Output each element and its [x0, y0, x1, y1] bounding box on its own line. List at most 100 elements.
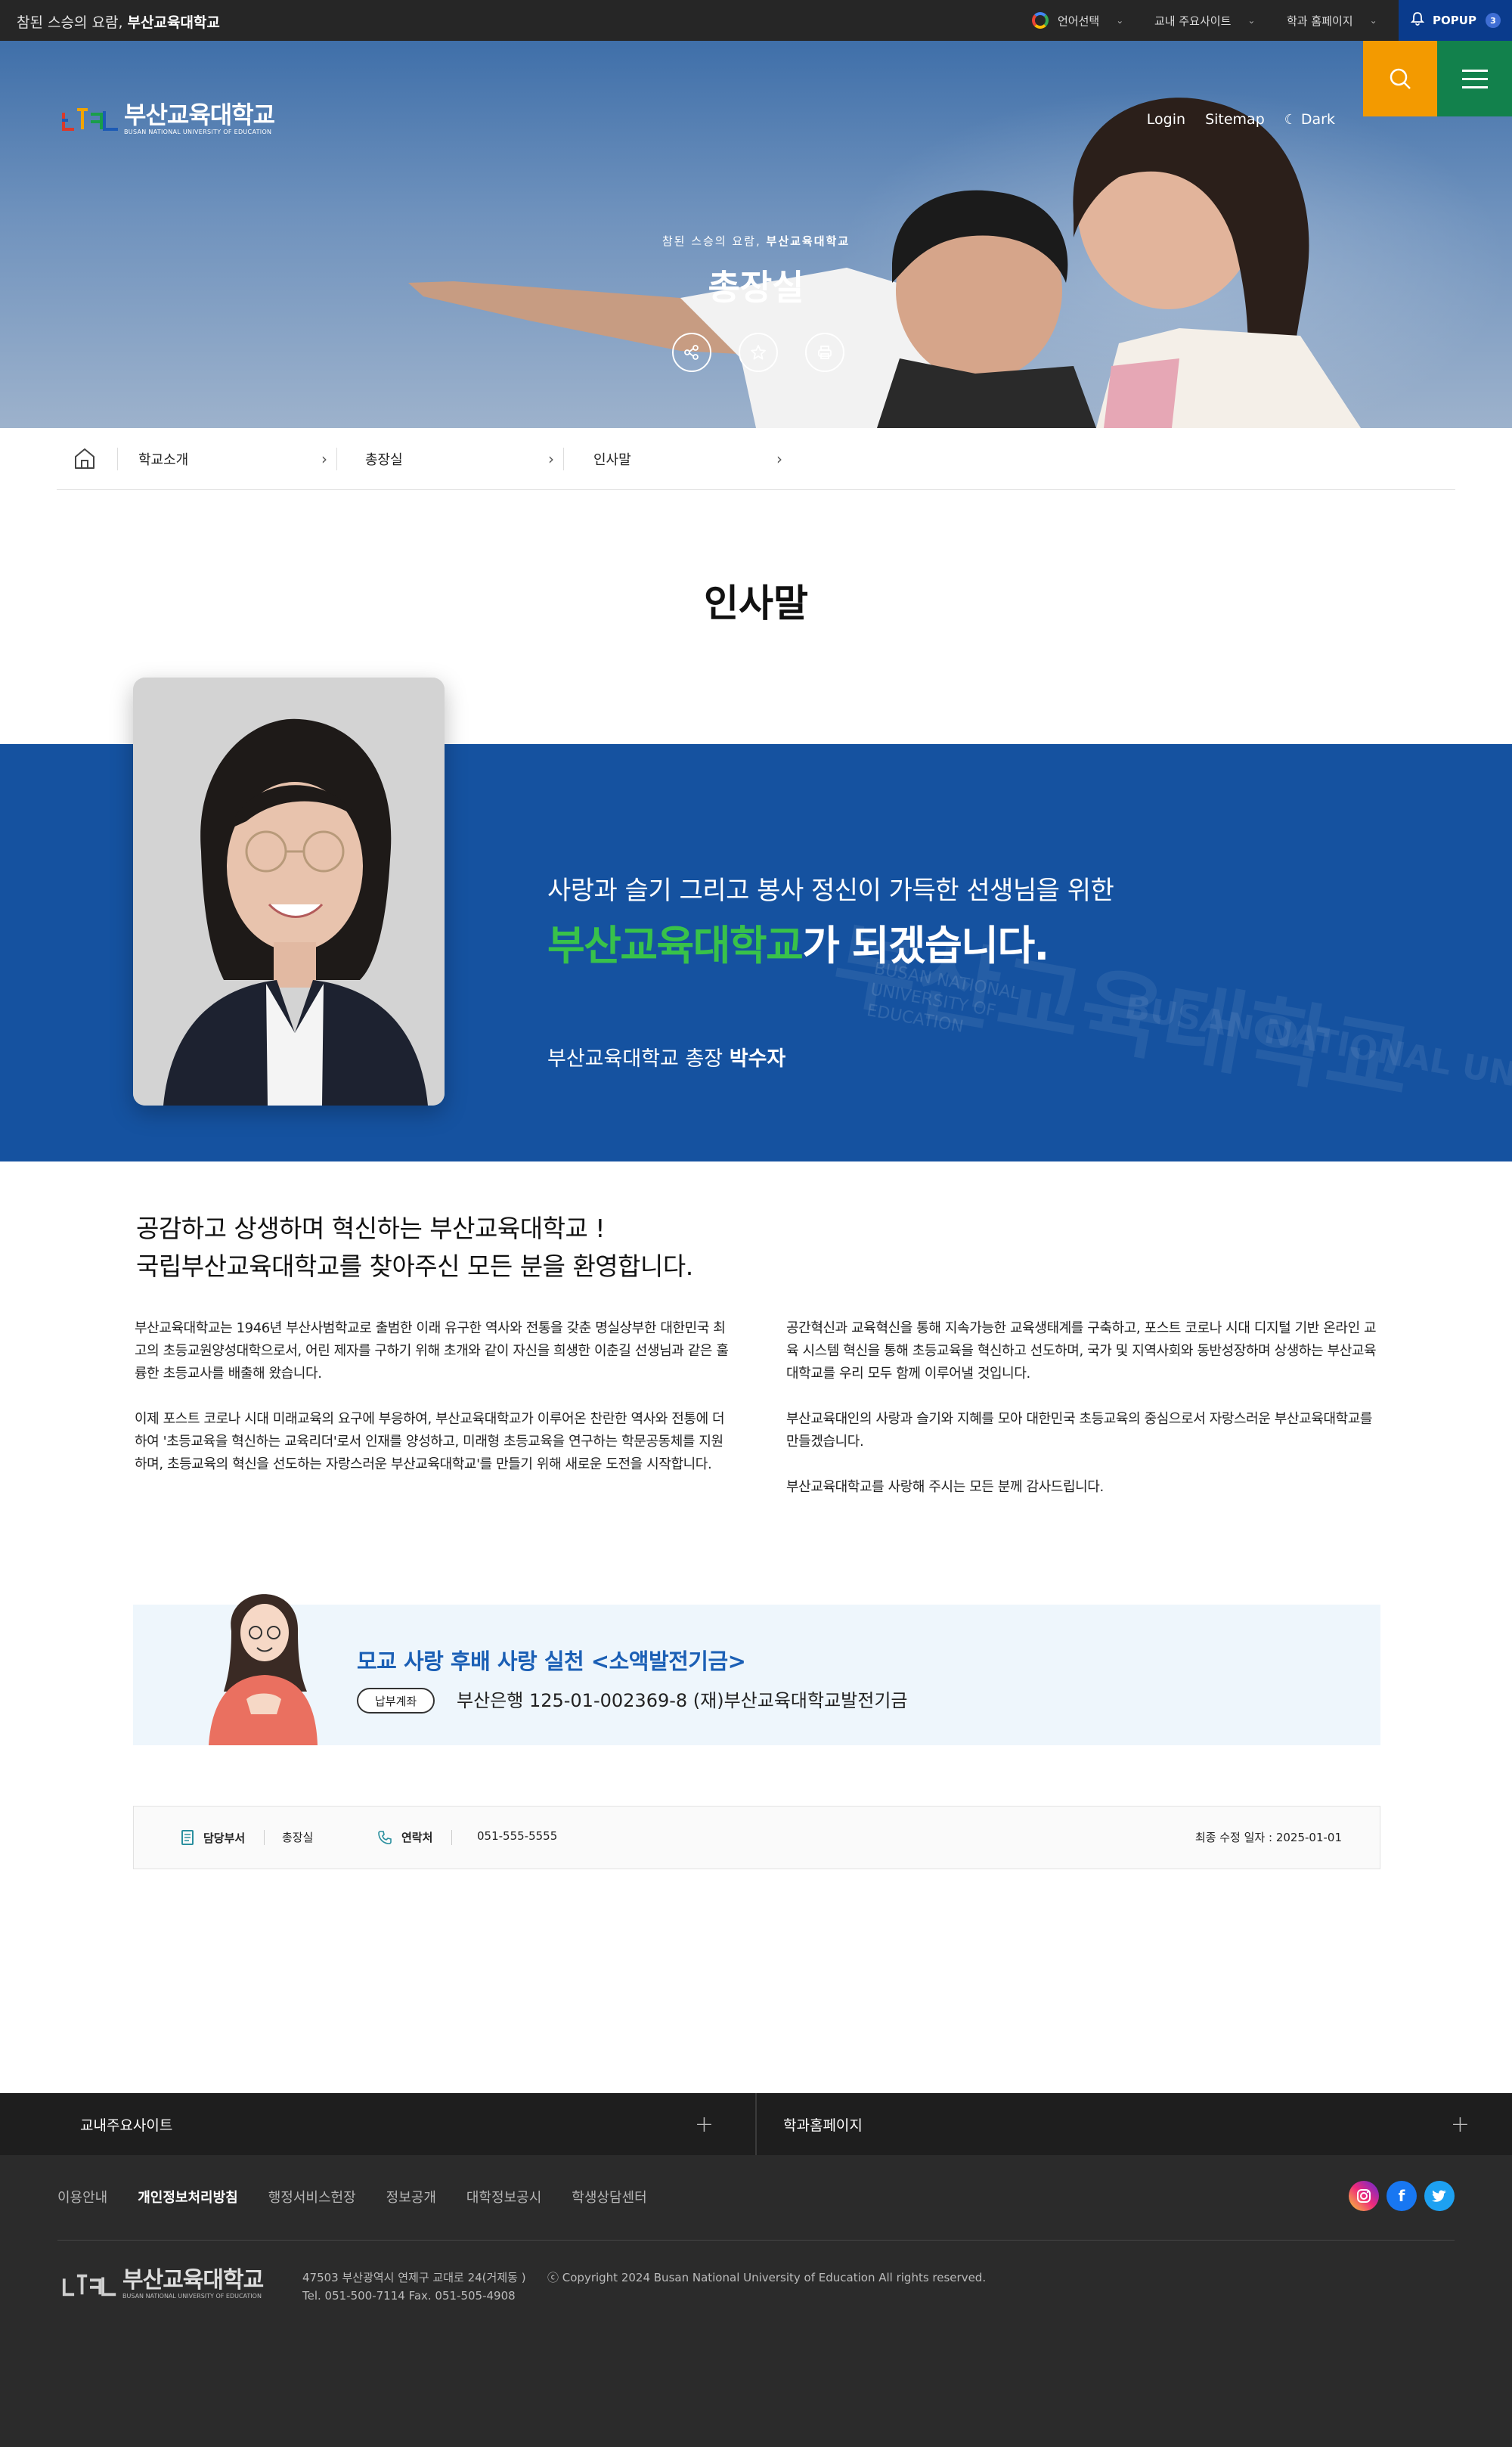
search-icon: [1390, 68, 1411, 89]
footer-link-guide[interactable]: 이용안내: [57, 2187, 107, 2207]
footer-logo-ko: 부산교육대학교: [122, 2267, 264, 2293]
breadcrumb-divider: [117, 448, 118, 470]
document-icon: [181, 1830, 194, 1845]
dark-mode-toggle[interactable]: ☾ Dark: [1284, 111, 1335, 128]
president-name: 박수자: [729, 1047, 786, 1071]
breadcrumb-divider: [563, 448, 564, 470]
department-label: 담당부서: [203, 1831, 246, 1845]
breadcrumb-label: 총장실: [365, 452, 403, 468]
chevron-down-icon: ⌄: [1247, 15, 1256, 26]
greeting-column-left: 부산교육대학교는 1946년 부산사범학교로 출범한 이래 유구한 역사와 전통…: [135, 1317, 732, 1499]
footer-copyright: ⓒ Copyright 2024 Busan National Universi…: [547, 2271, 987, 2284]
footer-link-service-charter[interactable]: 행정서비스헌장: [268, 2187, 356, 2207]
footer-logo: 부산교육대학교 BUSAN NATIONAL UNIVERSITY OF EDU…: [60, 2267, 264, 2300]
hero-title: 총장실: [708, 267, 804, 308]
president-portrait: [133, 678, 445, 1106]
contact-info-bar: 담당부서 총장실 연락처 051-555-5555 최종 수정 일자 : 202…: [133, 1806, 1380, 1869]
share-button[interactable]: [672, 333, 711, 372]
language-select-label: 언어선택: [1058, 14, 1100, 28]
share-icon: [684, 345, 699, 360]
hero-subtitle: 참된 스승의 요람, 부산교육대학교: [0, 233, 1512, 249]
hero-subtitle-text: 참된 스승의 요람,: [662, 234, 761, 248]
language-select[interactable]: 언어선택 ⌄: [1032, 0, 1123, 41]
facebook-link[interactable]: f: [1387, 2181, 1417, 2211]
breadcrumb: 학교소개 › 총장실 › 인사말 ›: [57, 428, 1455, 490]
home-button[interactable]: [72, 445, 98, 471]
hero-actions: [672, 333, 844, 372]
contact-divider: [451, 1830, 452, 1845]
hero-banner: 부산교육대학교 BUSAN NATIONAL UNIVERSITY OF EDU…: [0, 41, 1512, 428]
home-icon: [75, 448, 94, 469]
logo-name-ko: 부산교육대학교: [124, 101, 275, 129]
footer-main-sites-label: 교내주요사이트: [80, 2117, 173, 2134]
footer-link-info-disclosure[interactable]: 정보공개: [386, 2187, 436, 2207]
band-message-line1: 사랑과 슬기 그리고 봉사 정신이 가득한 선생님을 위한: [547, 876, 1114, 906]
menu-button[interactable]: [1437, 41, 1512, 116]
fund-account: 부산은행 125-01-002369-8 (재)부산교육대학교발전기금: [457, 1690, 908, 1711]
print-icon: [818, 346, 832, 359]
footer-address: 47503 부산광역시 연제구 교대로 24(거제동 ): [302, 2271, 526, 2284]
hamburger-icon: [1461, 69, 1488, 72]
plus-icon: +: [694, 2110, 714, 2138]
footer-links: 이용안내 개인정보처리방침 행정서비스헌장 정보공개 대학정보공시 학생상담센터: [57, 2187, 647, 2207]
chevron-down-icon: ⌄: [1116, 15, 1124, 26]
twitter-link[interactable]: [1424, 2181, 1455, 2211]
breadcrumb-item-president-office[interactable]: 총장실 ›: [365, 448, 554, 470]
greeting-paragraph: 부산교육대인의 사랑과 슬기와 지혜를 모아 대한민국 초등교육의 중심으로서 …: [786, 1411, 1373, 1450]
top-slogan-text: 참된 스승의 요람,: [17, 14, 123, 31]
breadcrumb-label: 학교소개: [138, 452, 189, 468]
footer-main-sites-toggle[interactable]: 교내주요사이트 +: [0, 2093, 756, 2155]
breadcrumb-item-about[interactable]: 학교소개 ›: [138, 448, 327, 470]
department-info: 담당부서: [181, 1829, 245, 1846]
popup-count-badge: 3: [1485, 13, 1501, 28]
greeting-paragraph: 이제 포스트 코로나 시대 미래교육의 요구에 부응하여, 부산교육대학교가 이…: [135, 1411, 725, 1472]
greeting-paragraph: 부산교육대학교는 1946년 부산사범학교로 출범한 이래 유구한 역사와 전통…: [135, 1320, 729, 1382]
sitemap-link[interactable]: Sitemap: [1205, 111, 1265, 128]
fund-title: 모교 사랑 후배 사랑 실천 <소액발전기금>: [357, 1648, 746, 1674]
site-logo[interactable]: 부산교육대학교 BUSAN NATIONAL UNIVERSITY OF EDU…: [60, 101, 275, 135]
instagram-link[interactable]: [1349, 2181, 1379, 2211]
breadcrumb-divider: [336, 448, 337, 470]
footer-dept-homepage-toggle[interactable]: 학과홈페이지 +: [756, 2093, 1512, 2155]
logo-mark-icon: [60, 104, 121, 134]
search-button[interactable]: [1363, 41, 1437, 116]
bookmark-button[interactable]: [739, 333, 778, 372]
login-link[interactable]: Login: [1147, 111, 1185, 128]
logo-mark-icon: [62, 2274, 116, 2296]
phone-label: 연락처: [401, 1831, 433, 1844]
footer-link-privacy[interactable]: 개인정보처리방침: [138, 2187, 237, 2207]
header-links: Login Sitemap ☾ Dark: [1147, 111, 1335, 128]
greeting-column-right: 공간혁신과 교육혁신을 통해 지속가능한 교육생태계를 구축하고, 포스트 코로…: [786, 1317, 1383, 1521]
last-updated: 최종 수정 일자 : 2025-01-01: [1194, 1831, 1342, 1844]
page-title: 인사말: [704, 582, 808, 625]
main-sites-label: 교내 주요사이트: [1154, 14, 1232, 28]
breadcrumb-item-greeting[interactable]: 인사말 ›: [593, 448, 782, 470]
main-sites-select[interactable]: 교내 주요사이트 ⌄: [1154, 0, 1255, 41]
phone-icon: [378, 1830, 392, 1844]
greeting-headline-line2: 국립부산교육대학교를 찾아주신 모든 분을 환영합니다.: [136, 1251, 693, 1281]
star-icon: [751, 345, 766, 360]
account-tag: 납부계좌: [357, 1688, 435, 1714]
president-title: 부산교육대학교 총장: [547, 1047, 723, 1071]
president-signature: 부산교육대학교 총장 박수자: [547, 1042, 785, 1072]
social-links: f: [1349, 2181, 1455, 2211]
footer-divider-line: [57, 2240, 1455, 2241]
top-slogan: 참된 스승의 요람, 부산교육대학교: [17, 11, 220, 32]
popup-button[interactable]: POPUP 3: [1399, 0, 1512, 41]
greeting-headline: 공감하고 상생하며 혁신하는 부산교육대학교 ! 국립부산교육대학교를 찾아주신…: [136, 1210, 693, 1286]
print-button[interactable]: [805, 333, 844, 372]
chevron-right-icon: ›: [776, 450, 782, 468]
footer-link-counseling[interactable]: 학생상담센터: [572, 2187, 646, 2207]
dept-homepage-select[interactable]: 학과 홈페이지 ⌄: [1287, 0, 1377, 41]
phone-info: 연락처: [377, 1829, 432, 1845]
logo-name-en: BUSAN NATIONAL UNIVERSITY OF EDUCATION: [124, 129, 272, 135]
footer-dept-homepage-label: 학과홈페이지: [783, 2117, 863, 2134]
footer-link-univ-info[interactable]: 대학정보공시: [466, 2187, 541, 2207]
plus-icon: +: [1450, 2110, 1470, 2138]
contact-divider: [264, 1830, 265, 1845]
girl-illustration: [209, 1594, 318, 1745]
chevron-right-icon: ›: [321, 450, 327, 468]
footer-logo-en: BUSAN NATIONAL UNIVERSITY OF EDUCATION: [122, 2293, 262, 2300]
band-message-university: 부산교육대학교: [547, 922, 804, 969]
band-message-rest: 가 되겠습니다.: [802, 922, 1049, 969]
